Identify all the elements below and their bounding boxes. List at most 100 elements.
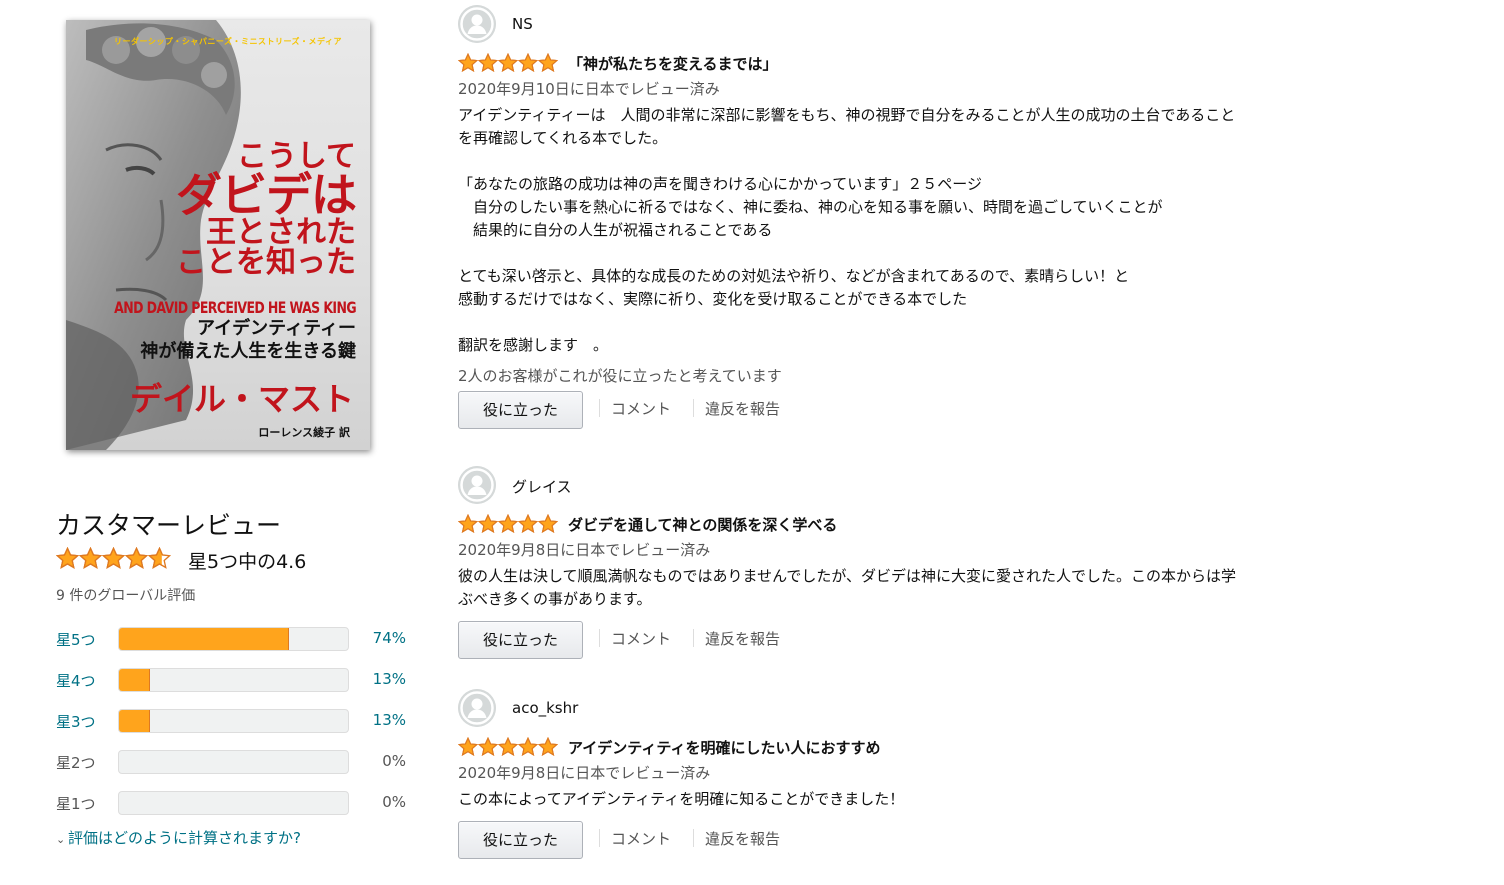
star-icon	[518, 514, 538, 534]
cover-title-line: 王とされた	[206, 215, 356, 250]
star-icon	[538, 737, 558, 757]
divider	[693, 629, 694, 647]
review-body-line: 「あなたの旅路の成功は神の声を聞きわける心にかかっています」２５ページ	[458, 175, 982, 193]
histogram-bar-fill	[119, 628, 290, 650]
average-rating-text: 星5つ中の4.6	[188, 551, 307, 573]
cover-title: こうして ダビデは 王とされた ことを知った	[176, 142, 357, 280]
star-icon	[538, 53, 558, 73]
user-avatar-icon	[458, 5, 496, 43]
histogram-star-label[interactable]: 星4つ	[56, 670, 96, 691]
histogram-bar	[118, 791, 349, 815]
report-abuse-link[interactable]: 違反を報告	[705, 628, 780, 649]
star-icon	[56, 547, 79, 569]
star-icon	[458, 53, 478, 73]
review-title[interactable]: 「神が私たちを変えるまでは」	[568, 53, 778, 74]
cover-title-line: ことを知った	[176, 245, 356, 280]
helpful-button[interactable]: 役に立った	[458, 821, 583, 859]
star-icon	[458, 737, 478, 757]
star-icon	[458, 514, 478, 534]
histogram-row: 星2つ 0%	[56, 750, 416, 774]
review-body-line: 自分のしたい事を熱心に祈るではなく、神に委ね、神の心を知る事を願い、時間を過ごし…	[458, 198, 1163, 216]
histogram-bar	[118, 750, 349, 774]
divider	[693, 399, 694, 417]
book-cover-image[interactable]: リーダーシップ・シャパニーズ・ミニストリーズ・メディア こうして ダビデは 王と…	[66, 20, 370, 450]
divider	[693, 829, 694, 847]
customer-reviews-heading: カスタマーレビュー	[56, 511, 282, 540]
histogram-bar[interactable]	[118, 709, 349, 733]
review-date: 2020年9月8日に日本でレビュー済み	[458, 541, 711, 559]
review-body-line: ぶべき多くの事があります。	[458, 590, 652, 608]
histogram-bar[interactable]	[118, 627, 349, 651]
cover-subtitle-line: アイデンティティー	[197, 318, 356, 339]
histogram-star-label[interactable]: 星5つ	[56, 629, 96, 650]
helpful-button[interactable]: 役に立った	[458, 621, 583, 659]
comment-link[interactable]: コメント	[611, 398, 671, 419]
review-rating-stars[interactable]	[458, 737, 558, 757]
star-icon	[498, 53, 518, 73]
cover-series-text: リーダーシップ・シャパニーズ・ミニストリーズ・メディア	[114, 37, 342, 46]
review-body: 彼の人生は決して順風満帆なものではありませんでしたが、ダビデは神に大変に愛された…	[458, 565, 1308, 611]
star-icon	[478, 53, 498, 73]
cover-subtitle-line: 神が備えた人生を生きる鍵	[140, 340, 356, 362]
reviewer-name[interactable]: NS	[512, 15, 533, 33]
star-icon	[518, 737, 538, 757]
histogram-row[interactable]: 星4つ 13%	[56, 668, 416, 692]
review-body-line	[458, 150, 1308, 173]
histogram-row[interactable]: 星5つ 74%	[56, 627, 416, 651]
review-body-line: 感動するだけではなく、実際に祈り、変化を受け取ることができる本でした	[458, 290, 968, 308]
histogram-star-label[interactable]: 星3つ	[56, 711, 96, 732]
avatar[interactable]	[458, 466, 496, 504]
review-body-line: アイデンティティーは 人間の非常に深部に影響をもち、神の視野で自分をみることが人…	[458, 106, 1236, 124]
review-body-line: 結果的に自分の人生が祝福されることである	[458, 221, 773, 239]
cover-translator: ローレンス綾子 訳	[258, 426, 350, 439]
star-icon	[538, 514, 558, 534]
review-body: この本によってアイデンティティを明確に知ることができました！	[458, 788, 1308, 811]
how-ratings-calculated-link[interactable]: ⌄ 評価はどのように計算されますか?	[56, 827, 301, 848]
star-icon	[498, 514, 518, 534]
divider	[599, 399, 600, 417]
global-rating-count: 9 件のグローバル評価	[56, 588, 196, 604]
avatar[interactable]	[458, 5, 496, 43]
review-body-line	[458, 242, 1308, 265]
star-icon	[478, 737, 498, 757]
histogram-percent[interactable]: 74%	[346, 629, 406, 647]
star-icon	[518, 53, 538, 73]
comment-link[interactable]: コメント	[611, 628, 671, 649]
review-title[interactable]: アイデンティティを明確にしたい人におすすめ	[568, 737, 880, 758]
star-icon	[498, 737, 518, 757]
histogram-row[interactable]: 星3つ 13%	[56, 709, 416, 733]
review-body: アイデンティティーは 人間の非常に深部に影響をもち、神の視野で自分をみることが人…	[458, 104, 1308, 357]
histogram-row: 星1つ 0%	[56, 791, 416, 815]
review-body-line: 翻訳を感謝します 。	[458, 336, 609, 354]
review-rating-stars[interactable]	[458, 53, 558, 73]
star-icon	[79, 547, 102, 569]
avatar[interactable]	[458, 689, 496, 727]
histogram-bar-fill	[119, 710, 150, 732]
review-date: 2020年9月10日に日本でレビュー済み	[458, 80, 720, 98]
report-abuse-link[interactable]: 違反を報告	[705, 828, 780, 849]
star-icon	[125, 547, 148, 569]
average-rating-stars	[56, 547, 171, 570]
histogram-percent[interactable]: 13%	[346, 711, 406, 729]
review-body-line: 彼の人生は決して順風満帆なものではありませんでしたが、ダビデは神に大変に愛された…	[458, 567, 1237, 585]
helpful-button[interactable]: 役に立った	[458, 391, 583, 429]
star-icon	[478, 514, 498, 534]
review-title[interactable]: ダビデを通して神との関係を深く学べる	[568, 514, 837, 535]
cover-author: デイル・マスト	[129, 380, 354, 418]
comment-link[interactable]: コメント	[611, 828, 671, 849]
histogram-bar[interactable]	[118, 668, 349, 692]
report-abuse-link[interactable]: 違反を報告	[705, 398, 780, 419]
histogram-star-label: 星1つ	[56, 795, 96, 813]
divider	[599, 629, 600, 647]
review-rating-stars[interactable]	[458, 514, 558, 534]
cover-title-line: ダビデは	[176, 168, 357, 222]
histogram-percent[interactable]: 13%	[346, 670, 406, 688]
histogram-percent: 0%	[382, 752, 406, 770]
reviewer-name[interactable]: グレイス	[512, 476, 572, 497]
star-icon	[102, 547, 125, 569]
cover-subtitle: アイデンティティー 神が備えた人生を生きる鍵	[140, 318, 356, 363]
user-avatar-icon	[458, 466, 496, 504]
reviewer-name[interactable]: aco_kshr	[512, 699, 578, 717]
review-body-line: この本によってアイデンティティを明確に知ることができました！	[458, 790, 905, 808]
histogram-percent: 0%	[382, 793, 406, 811]
